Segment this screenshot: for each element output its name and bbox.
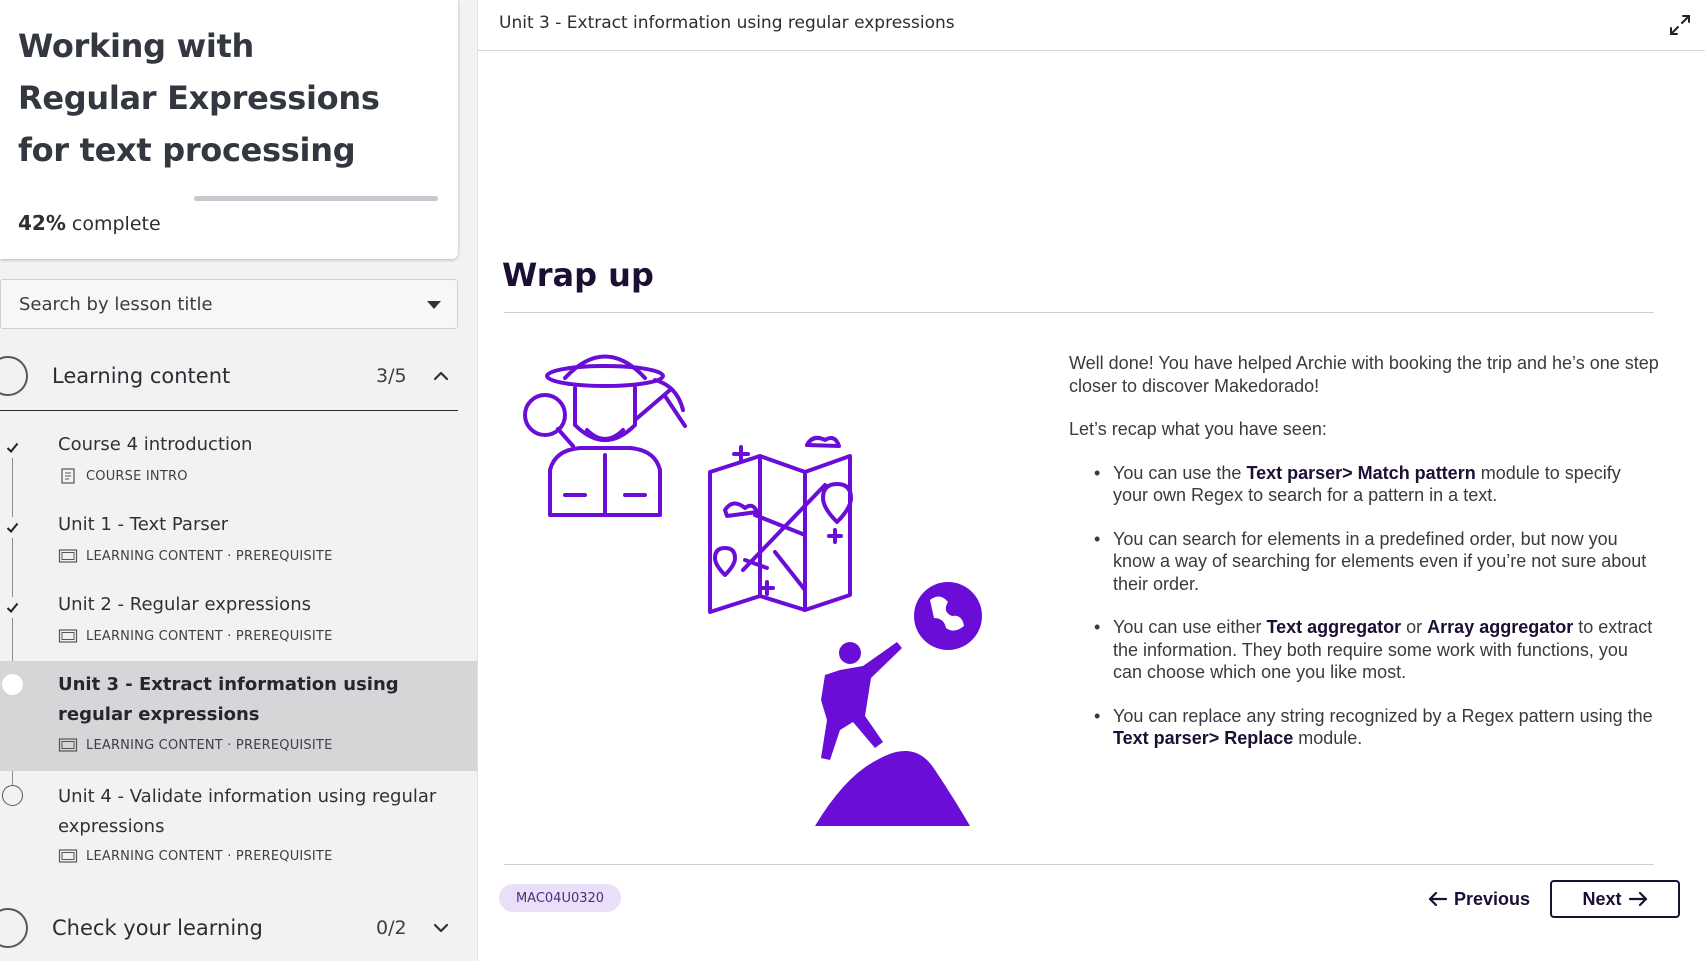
check-icon xyxy=(6,522,19,533)
lesson-status-done xyxy=(2,437,23,458)
caret-down-icon xyxy=(427,301,441,309)
screen-icon xyxy=(58,629,78,643)
lesson-item-unit-2[interactable]: Unit 2 - Regular expressions LEARNING CO… xyxy=(0,590,477,660)
screen-icon xyxy=(58,549,78,563)
chevron-up-icon xyxy=(433,371,449,381)
lesson-item-unit-1[interactable]: Unit 1 - Text Parser LEARNING CONTENT · … xyxy=(0,510,477,580)
lesson-item-unit-3-current[interactable]: Unit 3 - Extract information using regul… xyxy=(0,661,477,771)
arrow-left-icon xyxy=(1428,892,1448,906)
lesson-code-badge: MAC04U0320 xyxy=(499,884,621,912)
lesson-meta: LEARNING CONTENT · PREREQUISITE xyxy=(58,737,332,753)
progress-text: 42% complete xyxy=(18,211,161,235)
section-count: 3/5 xyxy=(376,365,407,387)
course-title: Working with Regular Expressions for tex… xyxy=(18,27,380,169)
section-title: Learning content xyxy=(52,364,231,388)
divider xyxy=(504,864,1654,865)
intro-paragraph: Well done! You have helped Archie with b… xyxy=(1069,353,1659,396)
recap-item: You can search for elements in a predefi… xyxy=(1094,528,1659,596)
course-card: Working with Regular Expressions for tex… xyxy=(0,0,458,259)
lesson-status-done xyxy=(2,597,23,618)
recap-item: You can use the Text parser> Match patte… xyxy=(1094,462,1659,507)
document-icon xyxy=(61,468,75,484)
recap-lead: Let’s recap what you have seen: xyxy=(1069,419,1327,439)
next-label: Next xyxy=(1582,888,1622,909)
recap-list: You can use the Text parser> Match patte… xyxy=(1069,462,1659,750)
lesson-main: Unit 3 - Extract information using regul… xyxy=(477,0,1705,961)
lesson-search-dropdown[interactable]: Search by lesson title xyxy=(0,279,458,329)
arrow-right-icon xyxy=(1628,892,1647,906)
section-learning-content[interactable]: Learning content 3/5 xyxy=(0,348,458,404)
divider xyxy=(504,312,1654,313)
lesson-search-label: Search by lesson title xyxy=(19,293,213,315)
page-heading: Wrap up xyxy=(502,256,654,294)
lesson-status-current xyxy=(2,674,23,695)
lesson-title: Unit 4 - Validate information using regu… xyxy=(58,786,437,837)
progress-suffix: complete xyxy=(65,213,161,235)
lesson-meta: LEARNING CONTENT · PREREQUISITE xyxy=(58,548,332,564)
lesson-meta-text: LEARNING CONTENT · PREREQUISITE xyxy=(86,737,333,753)
recap-item: You can replace any string recognized by… xyxy=(1094,705,1659,750)
lesson-title: Unit 1 - Text Parser xyxy=(58,514,229,535)
expand-icon[interactable] xyxy=(1667,12,1693,38)
unit-title: Unit 3 - Extract information using regul… xyxy=(499,13,955,33)
section-title: Check your learning xyxy=(52,916,263,940)
lesson-meta: LEARNING CONTENT · PREREQUISITE xyxy=(58,628,332,644)
section-count: 0/2 xyxy=(376,917,407,939)
check-icon xyxy=(6,602,19,613)
section-check-your-learning[interactable]: Check your learning 0/2 xyxy=(0,900,458,956)
lesson-title: Unit 2 - Regular expressions xyxy=(58,594,311,615)
section-progress-ring xyxy=(0,356,28,396)
lesson-status-done xyxy=(2,517,23,538)
chevron-down-icon xyxy=(433,923,449,933)
section-progress-ring xyxy=(0,908,28,948)
lesson-meta-text: COURSE INTRO xyxy=(86,468,188,484)
lesson-title: Unit 3 - Extract information using regul… xyxy=(58,674,399,725)
progress-value: 42% xyxy=(18,211,66,235)
lesson-topbar: Unit 3 - Extract information using regul… xyxy=(478,0,1705,51)
check-icon xyxy=(6,442,19,453)
lesson-meta: COURSE INTRO xyxy=(58,468,188,484)
lesson-meta-text: LEARNING CONTENT · PREREQUISITE xyxy=(86,848,333,864)
screen-icon xyxy=(58,738,78,752)
lesson-status-todo xyxy=(2,785,23,806)
previous-button[interactable]: Previous xyxy=(1416,880,1542,918)
wrap-up-text: Well done! You have helped Archie with b… xyxy=(1069,352,1659,771)
course-sidebar: Working with Regular Expressions for tex… xyxy=(0,0,477,961)
lesson-title: Course 4 introduction xyxy=(58,434,253,455)
lesson-item-course-intro[interactable]: Course 4 introduction COURSE INTRO xyxy=(0,430,477,500)
next-button[interactable]: Next xyxy=(1550,880,1680,918)
lesson-item-unit-4[interactable]: Unit 4 - Validate information using regu… xyxy=(0,782,477,882)
screen-icon xyxy=(58,849,78,863)
previous-label: Previous xyxy=(1453,888,1531,909)
lesson-meta-text: LEARNING CONTENT · PREREQUISITE xyxy=(86,628,333,644)
lesson-meta-text: LEARNING CONTENT · PREREQUISITE xyxy=(86,548,333,564)
progress-bar xyxy=(194,196,438,201)
explorer-illustration xyxy=(523,354,982,826)
lesson-meta: LEARNING CONTENT · PREREQUISITE xyxy=(58,848,332,864)
recap-item: You can use either Text aggregator or Ar… xyxy=(1094,616,1659,684)
section-divider xyxy=(0,410,458,411)
